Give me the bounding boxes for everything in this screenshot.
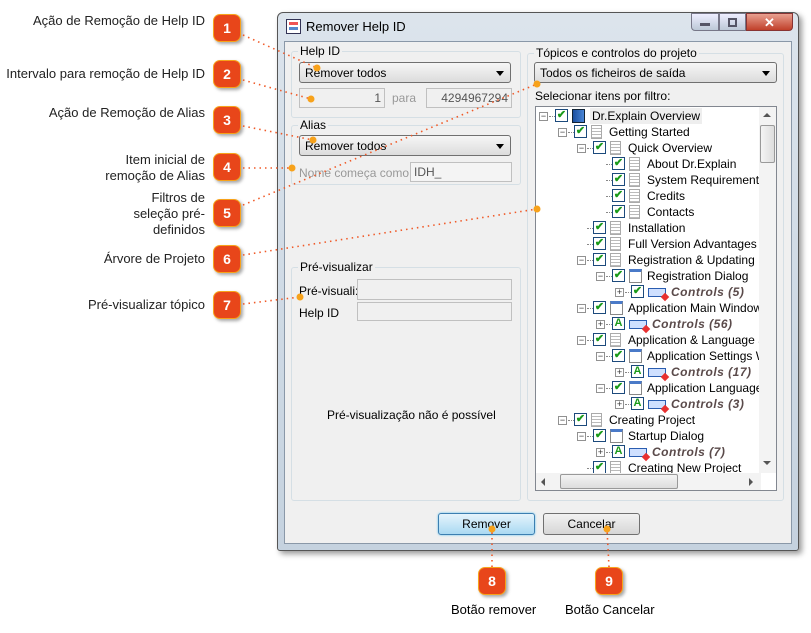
leader-line-5 bbox=[242, 83, 538, 206]
leader-dot-4 bbox=[288, 164, 296, 172]
leader-line-1 bbox=[242, 34, 318, 69]
leader-line-7 bbox=[242, 296, 301, 305]
leader-dot-8 bbox=[488, 525, 496, 533]
leader-dot-5 bbox=[533, 80, 541, 88]
leader-line-9 bbox=[606, 528, 610, 568]
leader-dot-2 bbox=[307, 95, 315, 103]
leader-dot-9 bbox=[603, 525, 611, 533]
leader-dot-1 bbox=[313, 64, 321, 72]
leader-line-3 bbox=[242, 125, 314, 141]
leader-dot-3 bbox=[309, 136, 317, 144]
leader-line-2 bbox=[242, 79, 312, 100]
leader-dot-7 bbox=[296, 293, 304, 301]
leader-line-6 bbox=[242, 208, 538, 256]
leader-lines bbox=[242, 34, 611, 568]
leader-dot-6 bbox=[533, 205, 541, 213]
